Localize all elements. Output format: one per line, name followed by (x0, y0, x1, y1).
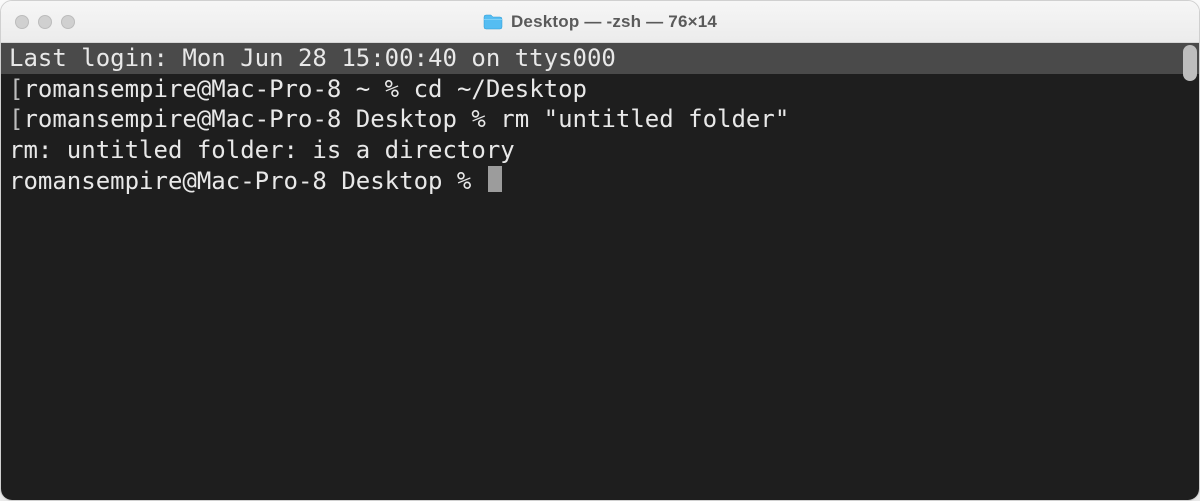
scrollbar-thumb[interactable] (1183, 45, 1197, 81)
minimize-button[interactable] (38, 15, 52, 29)
prompt: romansempire@Mac-Pro-8 ~ % (23, 75, 413, 103)
command-text: cd ~/Desktop (414, 75, 587, 103)
terminal-window: Desktop — -zsh — 76×14 Last login: Mon J… (0, 0, 1200, 501)
titlebar: Desktop — -zsh — 76×14 (1, 1, 1199, 43)
command-text: rm "untitled folder" (500, 105, 789, 133)
terminal-line: [romansempire@Mac-Pro-8 Desktop % rm "un… (1, 104, 1199, 135)
terminal-line: [romansempire@Mac-Pro-8 ~ % cd ~/Desktop (1, 74, 1199, 105)
terminal-line: romansempire@Mac-Pro-8 Desktop % (1, 166, 1199, 197)
traffic-lights (15, 15, 75, 29)
maximize-button[interactable] (61, 15, 75, 29)
output-text: rm: untitled folder: is a directory (9, 136, 515, 164)
prompt: romansempire@Mac-Pro-8 Desktop % (23, 105, 500, 133)
prompt-bracket: [ (9, 105, 23, 133)
terminal-line: Last login: Mon Jun 28 15:00:40 on ttys0… (1, 43, 1199, 74)
close-button[interactable] (15, 15, 29, 29)
window-title: Desktop — -zsh — 76×14 (511, 12, 717, 32)
terminal-body[interactable]: Last login: Mon Jun 28 15:00:40 on ttys0… (1, 43, 1199, 500)
terminal-line: rm: untitled folder: is a directory (1, 135, 1199, 166)
last-login-text: Last login: Mon Jun 28 15:00:40 on ttys0… (9, 44, 616, 72)
prompt-bracket: [ (9, 75, 23, 103)
folder-icon (483, 14, 503, 30)
cursor (488, 166, 502, 192)
window-title-wrap: Desktop — -zsh — 76×14 (1, 12, 1199, 32)
prompt: romansempire@Mac-Pro-8 Desktop % (9, 167, 486, 195)
